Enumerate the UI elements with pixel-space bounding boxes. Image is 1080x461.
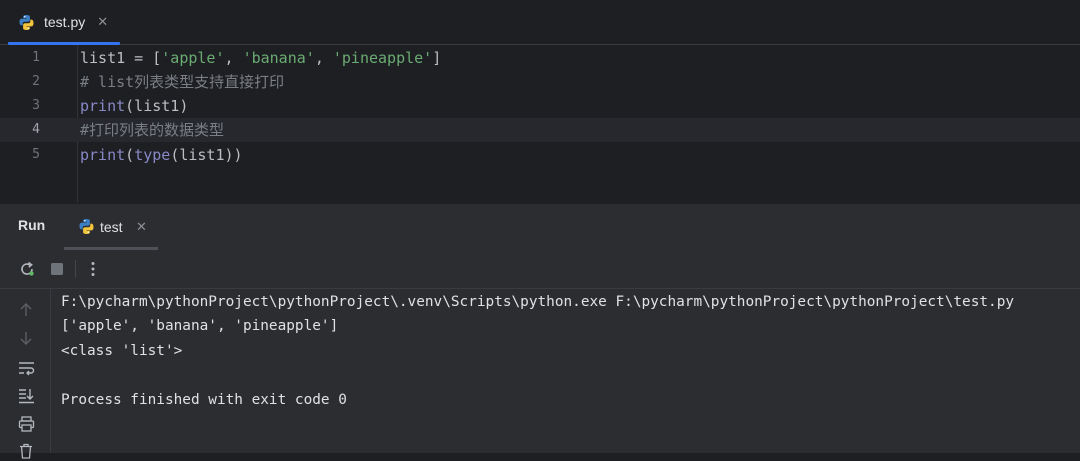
line-number: 1	[32, 50, 40, 65]
line-number: 4	[32, 122, 40, 137]
soft-wrap-icon[interactable]	[16, 358, 36, 378]
close-icon[interactable]: ✕	[97, 14, 108, 30]
run-panel-header: Run test ✕	[0, 203, 1080, 250]
more-vertical-icon[interactable]	[83, 259, 103, 279]
run-tab-test[interactable]: test ✕	[64, 204, 158, 250]
code-text: print(type(list1))	[80, 146, 243, 164]
run-tab-label: test	[100, 219, 123, 235]
tab-test-py[interactable]: test.py ✕	[8, 0, 120, 45]
line-number: 5	[32, 147, 40, 162]
console-output[interactable]: F:\pycharm\pythonProject\pythonProject\.…	[51, 289, 1080, 453]
code-line[interactable]: 3 print(list1)	[0, 94, 1080, 118]
code-comment: #打印列表的数据类型	[80, 121, 225, 139]
console-line: F:\pycharm\pythonProject\pythonProject\.…	[61, 294, 1015, 310]
line-number: 3	[32, 98, 40, 113]
stop-icon[interactable]	[47, 259, 67, 279]
run-panel-title: Run	[18, 217, 46, 233]
code-text: print(list1)	[80, 97, 189, 115]
code-comment: # list列表类型支持直接打印	[80, 73, 285, 91]
code-line-current[interactable]: 4 #打印列表的数据类型	[0, 118, 1080, 142]
console-line: ['apple', 'banana', 'pineapple']	[61, 318, 339, 334]
code-line[interactable]: 5 print(type(list1))	[0, 143, 1080, 167]
code-editor[interactable]: 1 list1 = ['apple', 'banana', 'pineapple…	[0, 45, 1080, 203]
code-line[interactable]: 1 list1 = ['apple', 'banana', 'pineapple…	[0, 46, 1080, 70]
trash-icon[interactable]	[16, 441, 36, 461]
tab-label: test.py	[44, 14, 86, 30]
code-text: list1 = ['apple', 'banana', 'pineapple']	[80, 49, 442, 67]
python-file-icon	[18, 14, 35, 31]
editor-tab-bar: test.py ✕	[0, 0, 1080, 45]
python-file-icon	[78, 218, 95, 235]
line-number: 2	[32, 74, 40, 89]
rerun-icon[interactable]	[17, 259, 37, 279]
arrow-up-icon[interactable]	[16, 300, 36, 320]
scroll-to-end-icon[interactable]	[16, 386, 36, 406]
console-line: Process finished with exit code 0	[61, 392, 347, 408]
toolbar-divider	[75, 260, 76, 278]
console-line: <class 'list'>	[61, 343, 183, 359]
run-toolbar	[0, 250, 1080, 289]
arrow-down-icon[interactable]	[16, 328, 36, 348]
close-icon[interactable]: ✕	[136, 219, 147, 235]
console-side-toolbar	[0, 289, 51, 459]
code-line[interactable]: 2 # list列表类型支持直接打印	[0, 70, 1080, 94]
print-icon[interactable]	[16, 414, 36, 434]
